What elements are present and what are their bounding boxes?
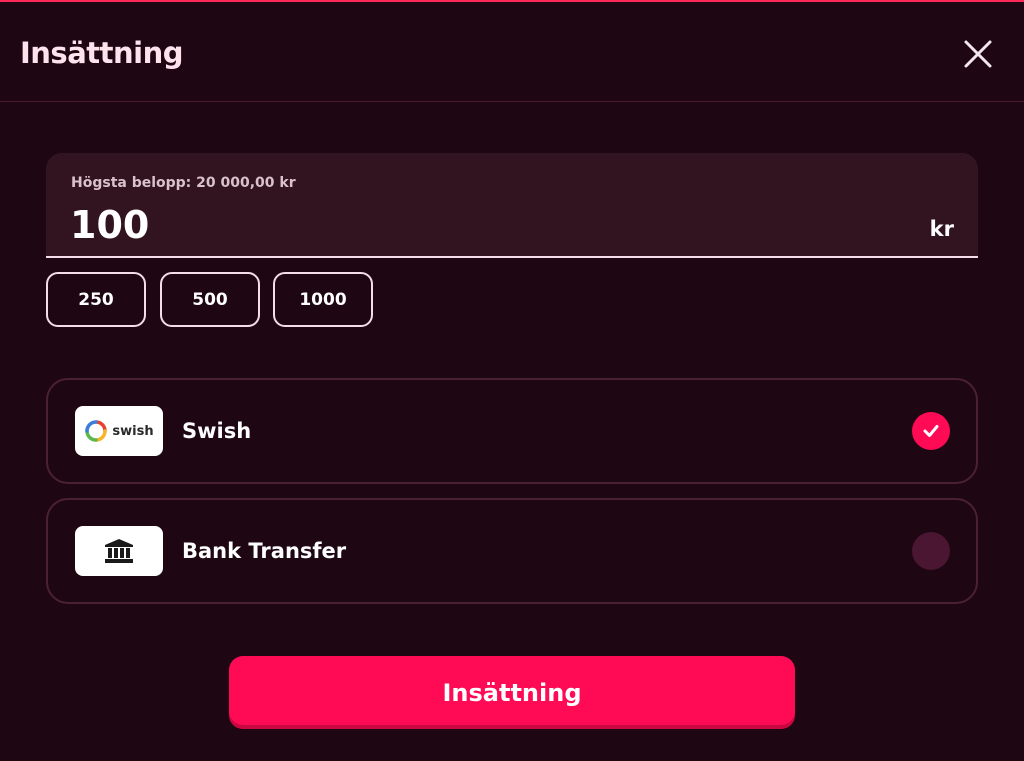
bank-logo [75, 526, 163, 576]
quick-amount-250-button[interactable]: 250 [46, 272, 146, 327]
bank-icon [105, 539, 133, 563]
swish-logo-icon [85, 420, 108, 442]
swish-logo-text: swish [112, 423, 154, 439]
amount-field[interactable]: Högsta belopp: 20 000,00 kr kr [46, 153, 978, 258]
close-icon [964, 40, 992, 68]
modal-title: Insättning [20, 36, 183, 70]
max-amount-label: Högsta belopp: 20 000,00 kr [71, 175, 296, 191]
payment-method-bank-transfer[interactable]: Bank Transfer [46, 498, 978, 604]
modal-header: Insättning [0, 2, 1024, 102]
currency-label: kr [929, 217, 954, 241]
payment-method-name: Swish [182, 419, 252, 443]
quick-amount-1000-button[interactable]: 1000 [273, 272, 373, 327]
payment-method-swish[interactable]: swish Swish [46, 378, 978, 484]
swish-logo: swish [75, 406, 163, 456]
quick-amount-500-button[interactable]: 500 [160, 272, 260, 327]
deposit-submit-button[interactable]: Insättning [229, 656, 795, 729]
checkmark-icon [923, 425, 939, 437]
close-button[interactable] [960, 36, 996, 72]
selected-radio[interactable] [912, 412, 950, 450]
amount-input[interactable] [70, 203, 850, 247]
payment-method-name: Bank Transfer [182, 539, 347, 563]
unselected-radio[interactable] [912, 532, 950, 570]
